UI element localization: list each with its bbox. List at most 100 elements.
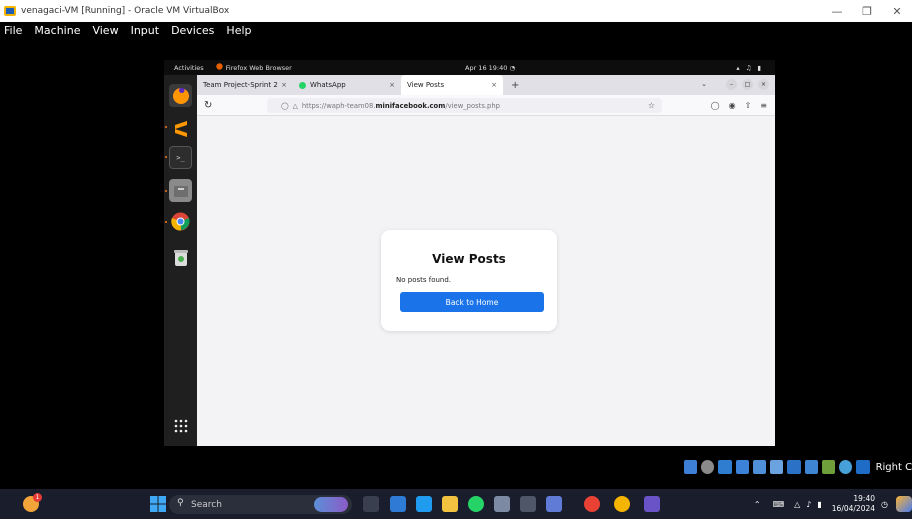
system-tray: ⌃ ⌨ △ ♪ ▮ 19:40 16/04/2024 ◷: [754, 489, 912, 519]
tab-close-icon[interactable]: ×: [281, 81, 287, 89]
maximize-icon[interactable]: ❐: [852, 0, 882, 22]
app-menu-label: Firefox Web Browser: [225, 63, 292, 72]
keyboard-icon[interactable]: ⌨: [773, 500, 785, 509]
battery-taskbar-icon[interactable]: ▮: [817, 500, 821, 509]
virtualbox-icon: [3, 4, 17, 18]
usb-icon[interactable]: [752, 460, 767, 474]
files-icon[interactable]: [169, 179, 192, 202]
alarm-icon: ◔: [509, 63, 516, 72]
view-posts-card: View Posts No posts found. Back to Home: [381, 230, 557, 331]
taskbar-search-box[interactable]: ⚲ Search: [169, 495, 352, 514]
url-prefix: https://waph-team08.: [301, 101, 376, 110]
tab-whatsapp[interactable]: WhatsApp ×: [293, 75, 401, 95]
guest-desktop: Activities Firefox Web Browser Apr 16 19…: [164, 60, 775, 446]
mouse-integration-icon[interactable]: [856, 460, 870, 474]
firefox-icon[interactable]: [169, 84, 192, 107]
app-menu[interactable]: Firefox Web Browser: [215, 63, 292, 72]
taskbar-clock[interactable]: 19:40 16/04/2024: [832, 494, 875, 514]
page-title: View Posts: [432, 252, 506, 266]
network-icon: ▴: [736, 63, 740, 72]
menu-help[interactable]: Help: [226, 24, 251, 37]
close-icon[interactable]: ✕: [882, 0, 912, 22]
guest-additions-icon[interactable]: [839, 460, 853, 474]
gnome-top-bar: Activities Firefox Web Browser Apr 16 19…: [164, 60, 775, 75]
menu-machine[interactable]: Machine: [34, 24, 80, 37]
whatsapp-taskbar-icon[interactable]: [468, 496, 484, 512]
volume-icon: ♫: [745, 63, 752, 72]
tab-close-icon[interactable]: ×: [389, 81, 395, 89]
dock-running-dot: [165, 190, 167, 192]
chrome-taskbar-icon[interactable]: [584, 496, 600, 512]
chrome-profile-taskbar-icon[interactable]: [614, 496, 630, 512]
gnome-system-tray[interactable]: ▴ ♫ ▮: [736, 64, 761, 72]
speaker-icon[interactable]: ♪: [806, 500, 811, 509]
url-domain: minifacebook.com: [375, 101, 446, 110]
file-explorer-icon[interactable]: [442, 496, 458, 512]
vscode-icon[interactable]: [416, 496, 432, 512]
bookmark-star-icon[interactable]: ☆: [648, 101, 655, 110]
tab-close-icon[interactable]: ×: [491, 81, 497, 89]
virtualbox-taskbar-icon[interactable]: [546, 496, 562, 512]
wifi-icon[interactable]: △: [794, 500, 800, 509]
new-tab-icon[interactable]: +: [511, 80, 519, 91]
activities-button[interactable]: Activities: [174, 64, 204, 72]
copilot-icon[interactable]: [896, 496, 912, 512]
account-icon[interactable]: ◉: [729, 101, 736, 110]
battery-icon: ▮: [757, 63, 761, 72]
browser-close-icon[interactable]: ×: [758, 79, 769, 90]
hdd-icon[interactable]: [684, 460, 698, 474]
windows-start-icon[interactable]: [150, 496, 166, 512]
cpu-activity-icon[interactable]: [821, 460, 836, 474]
dock-running-dot: [165, 126, 167, 128]
browser-maximize-icon[interactable]: □: [742, 79, 753, 90]
menu-view[interactable]: View: [92, 24, 118, 37]
trash-icon[interactable]: [169, 246, 192, 269]
hamburger-menu-icon[interactable]: ≡: [760, 101, 767, 110]
search-placeholder: Search: [191, 499, 222, 510]
pocket-icon[interactable]: ◯: [711, 101, 720, 110]
share-icon[interactable]: ⇧: [745, 101, 752, 110]
menu-input[interactable]: Input: [131, 24, 159, 37]
app-taskbar-icon[interactable]: [644, 496, 660, 512]
calculator-icon[interactable]: [494, 496, 510, 512]
host-key-label: Right C: [875, 461, 912, 473]
ubuntu-dock: >_: [164, 75, 197, 446]
terminal-icon[interactable]: >_: [169, 146, 192, 169]
tab-view-posts[interactable]: View Posts ×: [401, 75, 503, 95]
snipping-tool-icon[interactable]: [520, 496, 536, 512]
weather-widget-icon[interactable]: 1: [23, 493, 42, 512]
show-apps-icon[interactable]: [169, 414, 192, 437]
firefox-small-icon: [215, 63, 223, 72]
tab-list-dropdown-icon[interactable]: ⌄: [701, 80, 707, 88]
teams-icon[interactable]: [390, 496, 406, 512]
chrome-icon[interactable]: [169, 210, 192, 233]
back-to-home-button[interactable]: Back to Home: [400, 292, 544, 312]
whatsapp-icon: [299, 81, 306, 89]
optical-drive-icon[interactable]: [701, 460, 715, 474]
notification-badge: 1: [33, 493, 42, 502]
gnome-clock[interactable]: Apr 16 19:40 ◔: [465, 64, 515, 72]
menu-devices[interactable]: Devices: [171, 24, 214, 37]
audio-icon[interactable]: [718, 460, 732, 474]
task-view-icon[interactable]: [363, 496, 379, 512]
reload-icon[interactable]: ↻: [204, 100, 212, 111]
tab-team-project[interactable]: Team Project-Sprint 2 ×: [197, 75, 293, 95]
notification-bell-icon[interactable]: ◷: [881, 500, 888, 509]
url-bar[interactable]: ◯ △ https://waph-team08. minifacebook.com…: [267, 98, 662, 113]
search-icon: ⚲: [177, 498, 184, 508]
virtualbox-titlebar: venagaci-VM [Running] - Oracle VM Virtua…: [0, 0, 912, 22]
browser-minimize-icon[interactable]: –: [726, 79, 737, 90]
dock-running-dot: [165, 221, 167, 223]
menu-file[interactable]: File: [4, 24, 22, 37]
recording-icon[interactable]: [804, 460, 818, 474]
tab-label: Team Project-Sprint 2: [203, 81, 278, 89]
minimize-icon[interactable]: —: [822, 0, 852, 22]
show-hidden-icons[interactable]: ⌃: [754, 500, 761, 509]
shared-folders-icon[interactable]: [770, 460, 784, 474]
network-adapter-icon[interactable]: [735, 460, 749, 474]
sublime-text-icon[interactable]: [169, 116, 192, 139]
search-highlight-image: [314, 497, 348, 512]
display-icon[interactable]: [787, 460, 801, 474]
virtualbox-menubar: File Machine View Input Devices Help: [0, 22, 912, 38]
page-content: View Posts No posts found. Back to Home: [197, 116, 775, 446]
